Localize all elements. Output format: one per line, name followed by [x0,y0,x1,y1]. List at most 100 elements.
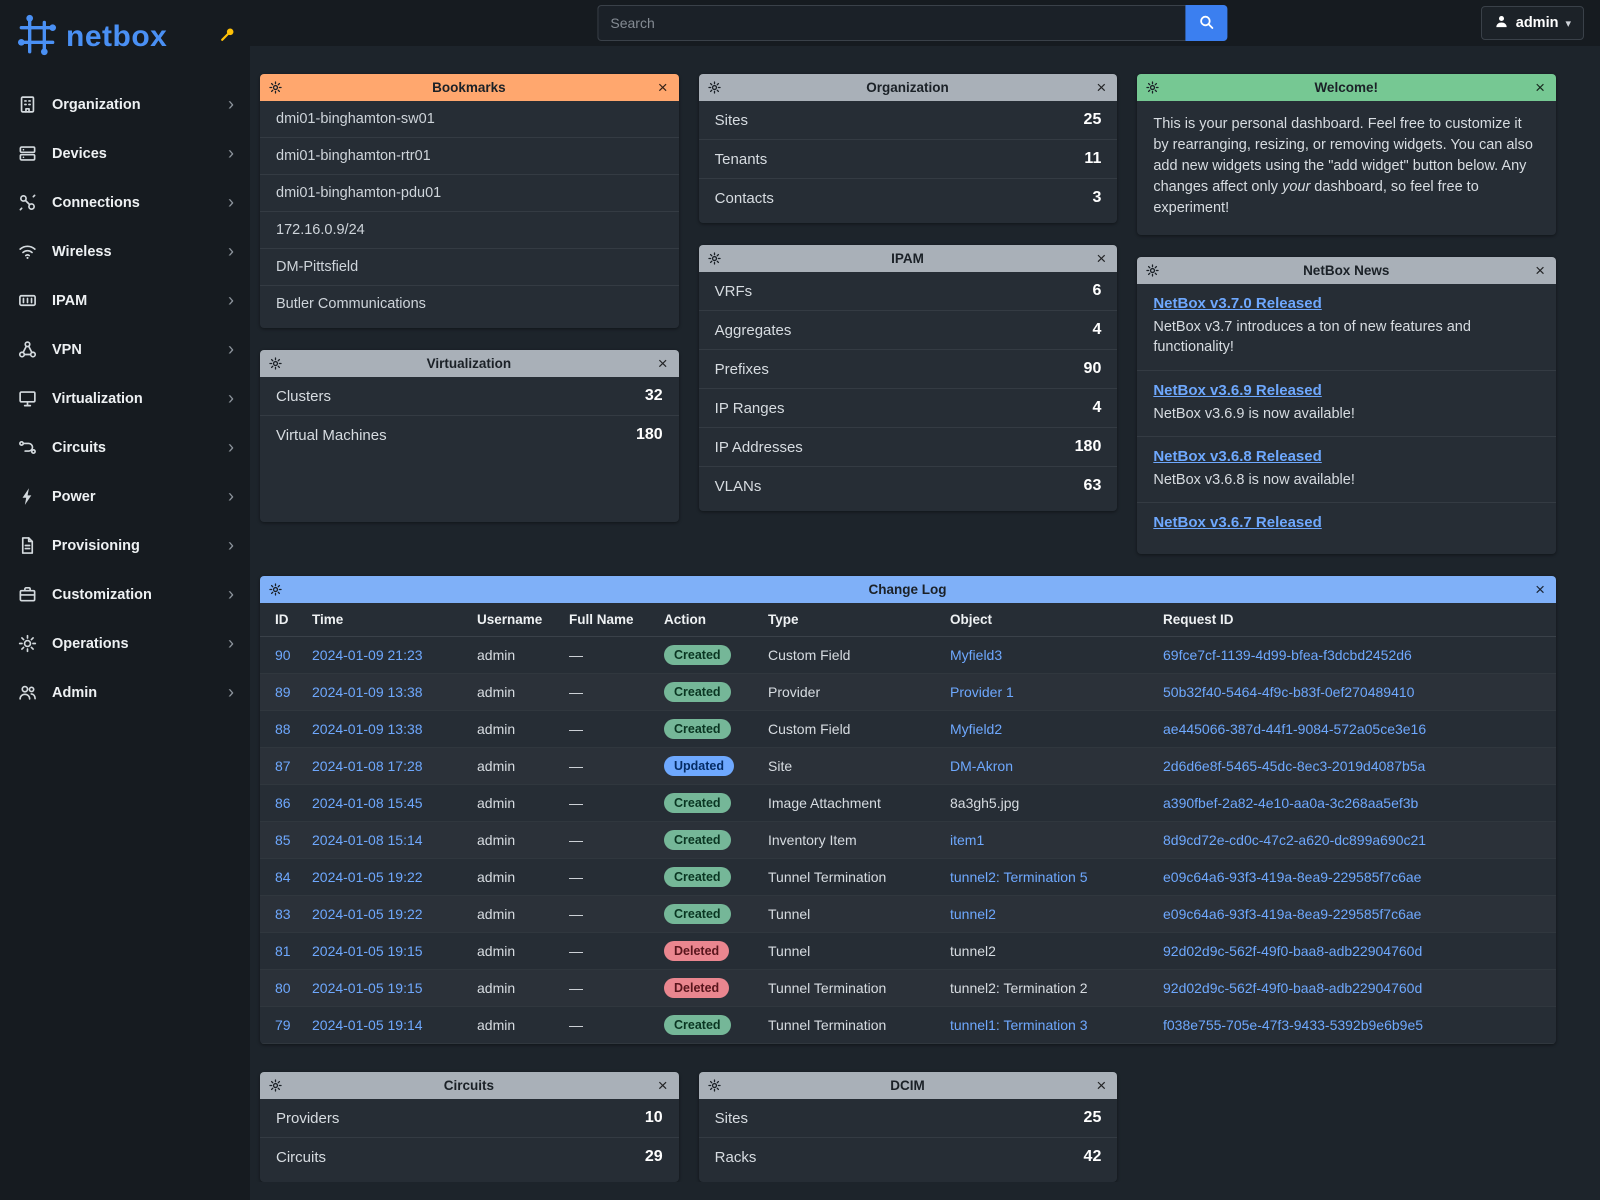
changelog-time-link[interactable]: 2024-01-08 17:28 [304,748,469,785]
sidebar-pin-icon[interactable] [219,26,236,43]
changelog-time-link[interactable]: 2024-01-05 19:15 [304,933,469,970]
stat-value-link[interactable]: 90 [1084,360,1102,378]
changelog-request-link[interactable]: e09c64a6-93f3-419a-8ea9-229585f7c6ae [1155,859,1556,896]
changelog-time-link[interactable]: 2024-01-09 21:23 [304,637,469,674]
widget-close-icon[interactable]: × [656,1077,670,1094]
changelog-time-link[interactable]: 2024-01-05 19:22 [304,896,469,933]
widget-config-icon[interactable] [269,357,282,370]
changelog-object-link[interactable]: item1 [942,822,1155,859]
stat-value-link[interactable]: 6 [1092,282,1101,300]
changelog-object-link[interactable]: Myfield3 [942,637,1155,674]
widget-close-icon[interactable]: × [656,355,670,372]
widget-close-icon[interactable]: × [1094,1077,1108,1094]
bookmark-item[interactable]: 172.16.0.9/24 [260,212,679,249]
widget-config-icon[interactable] [269,81,282,94]
bookmark-item[interactable]: DM-Pittsfield [260,249,679,286]
stat-value-link[interactable]: 25 [1084,1109,1102,1127]
changelog-request-link[interactable]: 92d02d9c-562f-49f0-baa8-adb22904760d [1155,970,1556,1007]
sidebar-item-organization[interactable]: Organization› [0,80,250,129]
widget-close-icon[interactable]: × [1533,262,1547,279]
sidebar-item-wireless[interactable]: Wireless› [0,227,250,276]
stat-value-link[interactable]: 4 [1092,321,1101,339]
stat-value-link[interactable]: 4 [1092,399,1101,417]
widget-config-icon[interactable] [269,583,282,596]
changelog-id-link[interactable]: 87 [260,748,304,785]
changelog-object-link[interactable]: tunnel2 [942,896,1155,933]
netbox-logo-icon[interactable] [14,12,60,58]
stat-value-link[interactable]: 10 [645,1109,663,1127]
widget-close-icon[interactable]: × [1094,79,1108,96]
changelog-object-link[interactable]: tunnel1: Termination 3 [942,1007,1155,1044]
stat-value-link[interactable]: 180 [636,426,663,444]
changelog-time-link[interactable]: 2024-01-09 13:38 [304,674,469,711]
sidebar-item-operations[interactable]: Operations› [0,619,250,668]
widget-close-icon[interactable]: × [656,79,670,96]
widget-close-icon[interactable]: × [1094,250,1108,267]
sidebar-item-customization[interactable]: Customization› [0,570,250,619]
changelog-id-link[interactable]: 88 [260,711,304,748]
stat-value-link[interactable]: 11 [1084,150,1101,168]
changelog-request-link[interactable]: 2d6d6e8f-5465-45dc-8ec3-2019d4087b5a [1155,748,1556,785]
changelog-id-link[interactable]: 84 [260,859,304,896]
stat-value-link[interactable]: 180 [1075,438,1102,456]
bookmark-item[interactable]: dmi01-binghamton-pdu01 [260,175,679,212]
stat-value-link[interactable]: 42 [1084,1148,1102,1166]
stat-value-link[interactable]: 63 [1084,477,1102,495]
widget-config-icon[interactable] [708,252,721,265]
news-headline-link[interactable]: NetBox v3.6.8 Released [1153,448,1321,465]
changelog-object-link[interactable]: Provider 1 [942,674,1155,711]
sidebar-item-connections[interactable]: Connections› [0,178,250,227]
changelog-time-link[interactable]: 2024-01-05 19:22 [304,859,469,896]
changelog-time-link[interactable]: 2024-01-08 15:45 [304,785,469,822]
changelog-request-link[interactable]: 8d9cd72e-cd0c-47c2-a620-dc899a690c21 [1155,822,1556,859]
news-headline-link[interactable]: NetBox v3.7.0 Released [1153,295,1321,312]
bookmark-item[interactable]: dmi01-binghamton-rtr01 [260,138,679,175]
changelog-id-link[interactable]: 81 [260,933,304,970]
changelog-id-link[interactable]: 90 [260,637,304,674]
changelog-request-link[interactable]: 50b32f40-5464-4f9c-b83f-0ef270489410 [1155,674,1556,711]
changelog-id-link[interactable]: 83 [260,896,304,933]
changelog-request-link[interactable]: ae445066-387d-44f1-9084-572a05ce3e16 [1155,711,1556,748]
sidebar-item-power[interactable]: Power› [0,472,250,521]
changelog-object-link[interactable]: DM-Akron [942,748,1155,785]
changelog-id-link[interactable]: 86 [260,785,304,822]
widget-config-icon[interactable] [708,81,721,94]
changelog-request-link[interactable]: 92d02d9c-562f-49f0-baa8-adb22904760d [1155,933,1556,970]
stat-value-link[interactable]: 29 [645,1148,663,1166]
news-headline-link[interactable]: NetBox v3.6.7 Released [1153,514,1321,531]
changelog-object-link[interactable]: tunnel2: Termination 5 [942,859,1155,896]
widget-config-icon[interactable] [1146,81,1159,94]
changelog-time-link[interactable]: 2024-01-05 19:14 [304,1007,469,1044]
changelog-id-link[interactable]: 79 [260,1007,304,1044]
widget-config-icon[interactable] [1146,264,1159,277]
sidebar-item-ipam[interactable]: IPAM› [0,276,250,325]
changelog-request-link[interactable]: 69fce7cf-1139-4d99-bfea-f3dcbd2452d6 [1155,637,1556,674]
widget-close-icon[interactable]: × [1533,79,1547,96]
stat-value-link[interactable]: 32 [645,387,663,405]
changelog-request-link[interactable]: f038e755-705e-47f3-9433-5392b9e6b9e5 [1155,1007,1556,1044]
sidebar-item-circuits[interactable]: Circuits› [0,423,250,472]
widget-config-icon[interactable] [269,1079,282,1092]
changelog-time-link[interactable]: 2024-01-09 13:38 [304,711,469,748]
widget-config-icon[interactable] [708,1079,721,1092]
stat-value-link[interactable]: 3 [1092,189,1101,207]
bookmark-item[interactable]: dmi01-binghamton-sw01 [260,101,679,138]
changelog-request-link[interactable]: e09c64a6-93f3-419a-8ea9-229585f7c6ae [1155,896,1556,933]
news-headline-link[interactable]: NetBox v3.6.9 Released [1153,382,1321,399]
sidebar-item-virtualization[interactable]: Virtualization› [0,374,250,423]
search-input[interactable] [597,5,1185,41]
search-button[interactable] [1185,5,1227,41]
bookmark-item[interactable]: Butler Communications [260,286,679,322]
changelog-time-link[interactable]: 2024-01-05 19:15 [304,970,469,1007]
changelog-object-link[interactable]: Myfield2 [942,711,1155,748]
changelog-id-link[interactable]: 80 [260,970,304,1007]
changelog-id-link[interactable]: 85 [260,822,304,859]
widget-close-icon[interactable]: × [1533,581,1547,598]
changelog-time-link[interactable]: 2024-01-08 15:14 [304,822,469,859]
stat-value-link[interactable]: 25 [1084,111,1102,129]
sidebar-item-vpn[interactable]: VPN› [0,325,250,374]
sidebar-item-admin[interactable]: Admin› [0,668,250,717]
sidebar-item-devices[interactable]: Devices› [0,129,250,178]
user-menu-button[interactable]: admin ▾ [1481,6,1584,40]
sidebar-item-provisioning[interactable]: Provisioning› [0,521,250,570]
